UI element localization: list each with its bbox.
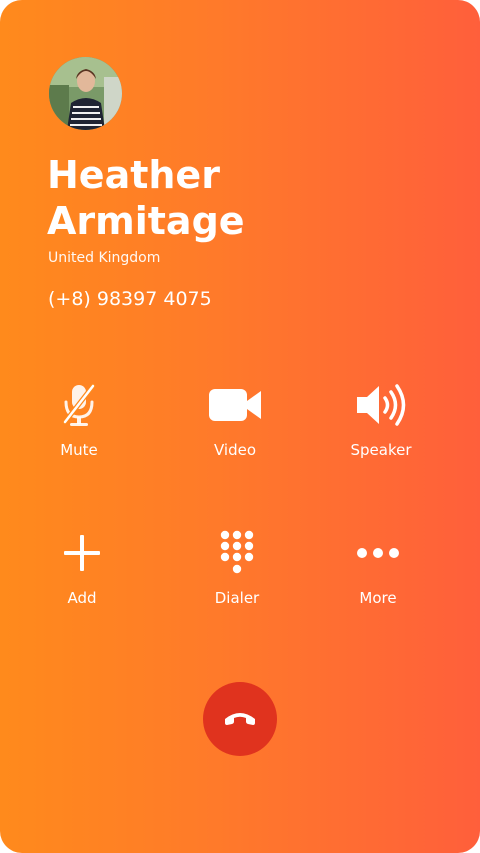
plus-icon: [52, 527, 112, 579]
hang-up-icon: [222, 707, 258, 732]
more-dots-icon: [348, 527, 408, 579]
avatar: [49, 57, 122, 130]
speaker-label: Speaker: [350, 441, 412, 459]
speaker-icon: [351, 379, 411, 431]
contact-phone: (+8) 98397 4075: [48, 288, 212, 310]
mute-button[interactable]: Mute: [24, 379, 134, 469]
mute-label: Mute: [60, 441, 98, 459]
mic-off-icon: [49, 379, 109, 431]
speaker-button[interactable]: Speaker: [326, 379, 436, 469]
video-label: Video: [213, 441, 257, 459]
end-call-button[interactable]: [203, 682, 277, 756]
dialer-button[interactable]: Dialer: [182, 527, 292, 617]
more-label: More: [359, 589, 397, 607]
call-screen: Heather Armitage United Kingdom (+8) 983…: [0, 0, 480, 853]
dialpad-icon: [207, 527, 267, 579]
more-button[interactable]: More: [323, 527, 433, 617]
add-label: Add: [67, 589, 97, 607]
add-call-button[interactable]: Add: [27, 527, 137, 617]
dialer-label: Dialer: [214, 589, 260, 607]
contact-country: United Kingdom: [48, 250, 161, 266]
video-camera-icon: [205, 379, 265, 431]
contact-name: Heather Armitage: [47, 153, 245, 243]
video-button[interactable]: Video: [180, 379, 290, 469]
